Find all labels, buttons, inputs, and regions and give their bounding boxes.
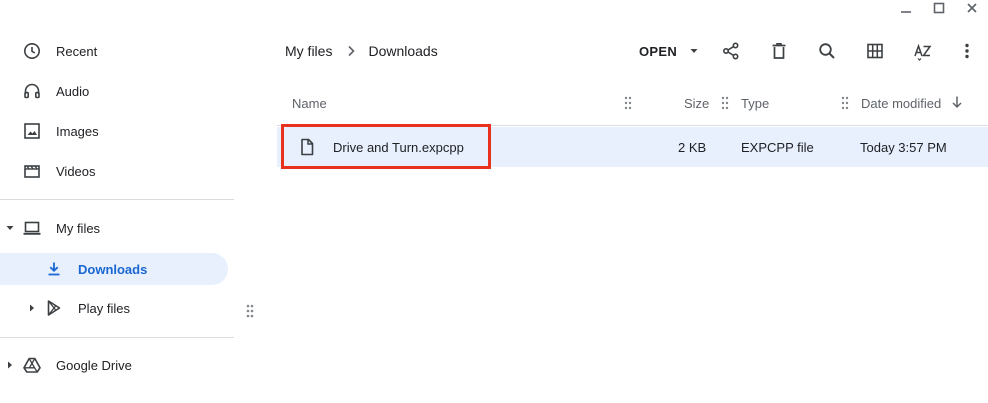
maximize-button[interactable] (922, 0, 955, 16)
caret-right-icon (8, 361, 12, 369)
file-size: 2 KB (678, 140, 707, 155)
sidebar-item-videos[interactable]: Videos (22, 155, 222, 187)
open-button-label: OPEN (639, 43, 678, 59)
sidebar-item-label: Downloads (78, 261, 148, 277)
column-resize-handle[interactable] (623, 96, 633, 110)
more-vert-icon (965, 43, 969, 59)
film-icon (22, 161, 42, 181)
toolbar: OPEN (628, 34, 987, 68)
file-icon (301, 138, 314, 156)
clock-icon (22, 41, 42, 61)
sidebar-item-label: Recent (56, 43, 98, 59)
trash-icon (772, 43, 786, 59)
sidebar-item-label: My files (56, 220, 101, 236)
search-button[interactable] (803, 34, 851, 68)
headphones-icon (22, 81, 42, 101)
file-list-header: Name Size Type Date modified (277, 82, 988, 126)
column-header-size[interactable]: Size (684, 96, 709, 111)
laptop-icon (22, 218, 42, 238)
sort-button[interactable] (899, 34, 947, 68)
expand-my-files-toggle[interactable] (4, 222, 16, 234)
sidebar-item-audio[interactable]: Audio (22, 75, 222, 107)
sidebar-item-label: Images (56, 123, 99, 139)
caret-down-icon (6, 226, 14, 230)
arrow-down-icon (952, 96, 962, 109)
minimize-icon (900, 11, 911, 13)
sidebar-item-google-drive[interactable]: Google Drive (22, 349, 222, 381)
share-button[interactable] (707, 34, 755, 68)
sidebar-item-recent[interactable]: Recent (22, 35, 222, 67)
minimize-button[interactable] (889, 0, 922, 16)
column-header-name[interactable]: Name (292, 96, 327, 111)
sidebar-item-label: Videos (56, 163, 96, 179)
column-resize-handle[interactable] (840, 96, 850, 110)
grid-view-button[interactable] (851, 34, 899, 68)
sort-az-icon (914, 43, 932, 61)
caret-right-icon (30, 304, 34, 312)
breadcrumb-my-files[interactable]: My files (285, 43, 332, 59)
caret-down-icon (689, 46, 699, 56)
close-icon (966, 3, 977, 13)
expand-google-drive-toggle[interactable] (4, 359, 16, 371)
sidebar-item-downloads[interactable]: Downloads (0, 253, 228, 285)
play-store-icon (44, 298, 64, 318)
column-header-type[interactable]: Type (741, 96, 769, 111)
close-button[interactable] (955, 0, 988, 16)
sidebar-item-label: Google Drive (56, 357, 132, 373)
file-type: EXPCPP file (741, 140, 814, 155)
sidebar-divider (0, 199, 234, 200)
file-date-modified: Today 3:57 PM (860, 140, 947, 155)
sidebar-resize-handle[interactable] (245, 303, 255, 319)
window-controls (889, 0, 988, 16)
sidebar: Recent Audio Images Videos My files Down… (0, 0, 236, 403)
sidebar-item-play-files[interactable]: Play files (44, 292, 224, 324)
table-row[interactable]: Drive and Turn.expcpp 2 KB EXPCPP file T… (277, 127, 988, 167)
column-header-date-modified[interactable]: Date modified (861, 96, 941, 111)
sidebar-item-label: Audio (56, 83, 90, 99)
breadcrumb: My files Downloads (285, 40, 438, 62)
search-icon (819, 43, 835, 59)
chevron-right-icon (346, 45, 356, 57)
open-button[interactable]: OPEN (628, 34, 707, 68)
grid-icon (867, 43, 883, 59)
file-name: Drive and Turn.expcpp (333, 140, 464, 155)
sidebar-item-label: Play files (78, 300, 131, 316)
breadcrumb-downloads: Downloads (368, 43, 438, 59)
sidebar-item-my-files[interactable]: My files (22, 212, 222, 244)
delete-button[interactable] (755, 34, 803, 68)
more-options-button[interactable] (947, 34, 987, 68)
google-drive-icon (22, 355, 42, 375)
sidebar-divider (0, 337, 234, 338)
sidebar-item-images[interactable]: Images (22, 115, 222, 147)
download-icon (44, 259, 64, 279)
maximize-icon (933, 2, 944, 14)
image-icon (22, 121, 42, 141)
expand-play-files-toggle[interactable] (26, 302, 38, 314)
share-icon (723, 42, 739, 60)
column-resize-handle[interactable] (720, 96, 730, 110)
